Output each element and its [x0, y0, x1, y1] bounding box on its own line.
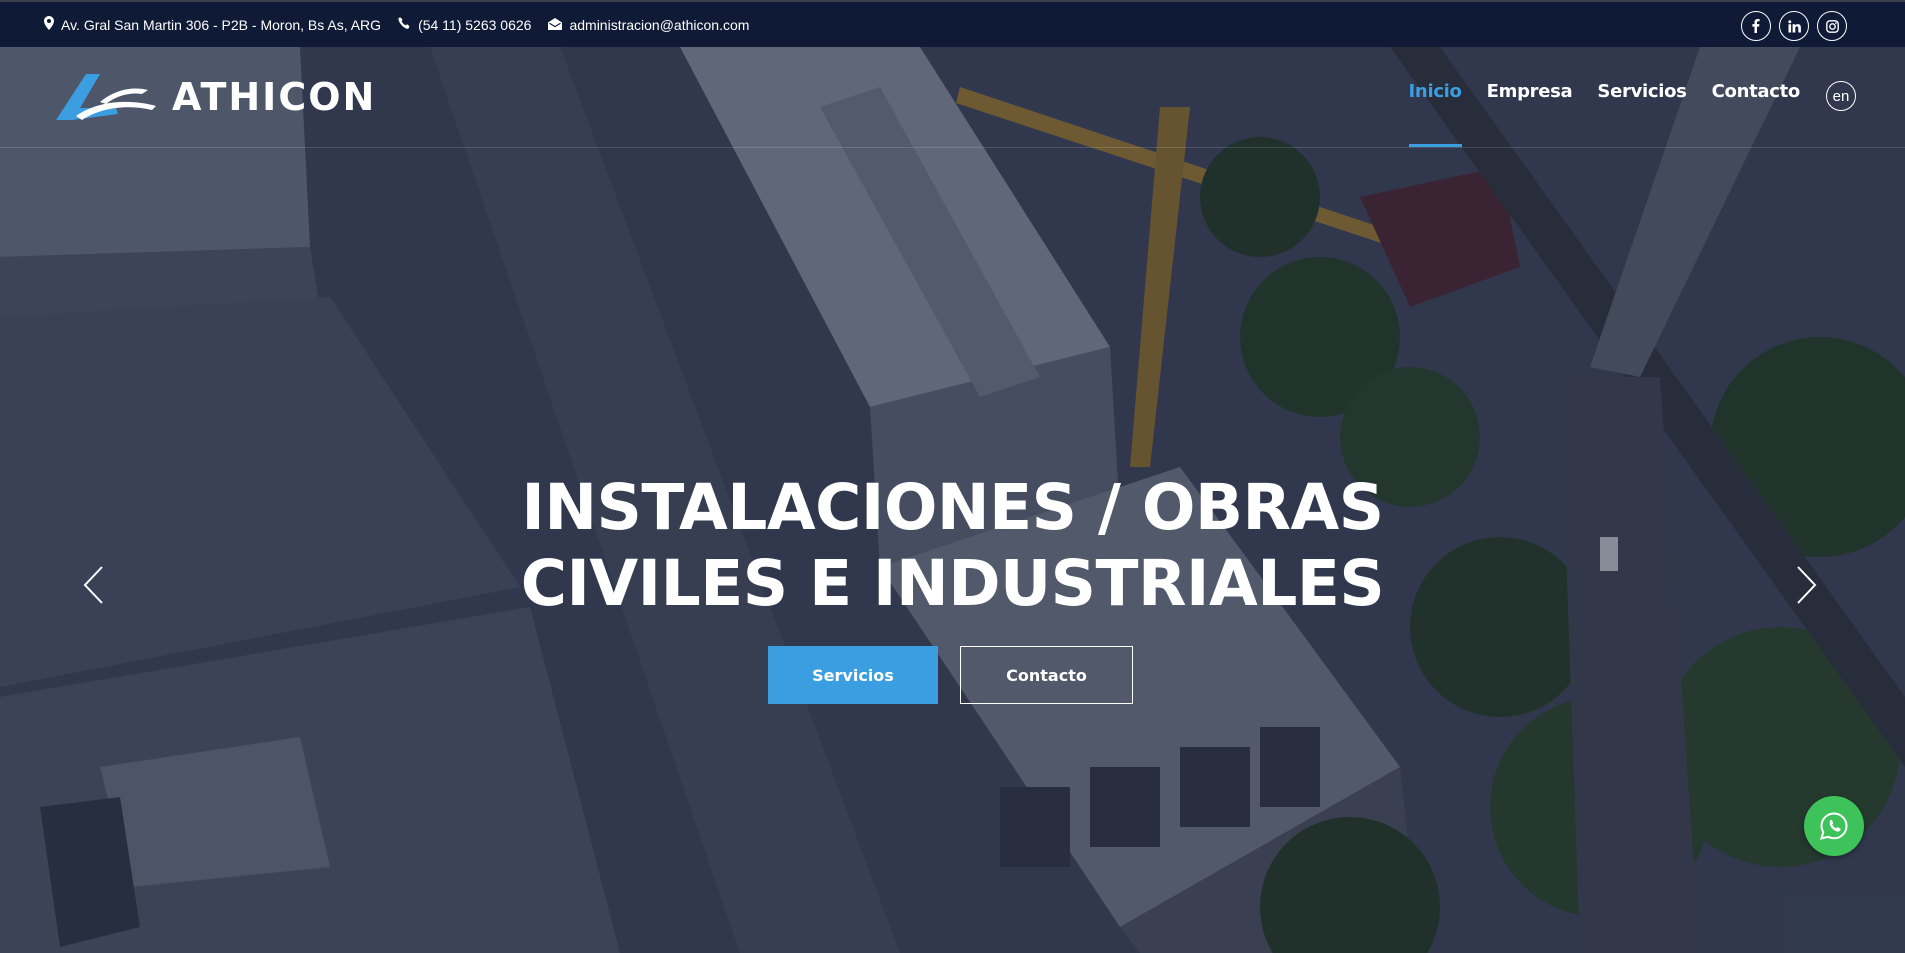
language-switch[interactable]: en: [1826, 81, 1856, 111]
nav-item-contacto[interactable]: Contacto: [1712, 81, 1801, 147]
services-button[interactable]: Servicios: [768, 646, 938, 704]
main-nav: Inicio Empresa Servicios Contacto: [1408, 81, 1801, 147]
nav-item-inicio[interactable]: Inicio: [1408, 81, 1462, 147]
email-text[interactable]: administracion@athicon.com: [569, 17, 749, 33]
address-text: Av. Gral San Martin 306 - P2B - Moron, B…: [61, 16, 382, 33]
logo-mark-icon: [56, 74, 156, 120]
slider-prev-arrow-icon[interactable]: [82, 565, 104, 610]
whatsapp-button[interactable]: [1804, 796, 1864, 856]
phone-info[interactable]: (54 11) 5263 0626: [398, 17, 531, 33]
facebook-icon[interactable]: [1741, 11, 1771, 41]
hero-title: INSTALACIONES / OBRAS CIVILES E INDUSTRI…: [0, 470, 1905, 622]
logo[interactable]: ATHICON: [56, 72, 376, 122]
hero-title-line-2: CIVILES E INDUSTRIALES: [520, 547, 1385, 620]
instagram-icon[interactable]: [1817, 11, 1847, 41]
top-contact-bar: Av. Gral San Martin 306 - P2B - Moron, B…: [0, 0, 1905, 47]
logo-text: ATHICON: [172, 75, 377, 119]
hero-title-line-1: INSTALACIONES / OBRAS: [521, 471, 1384, 544]
contact-button[interactable]: Contacto: [960, 646, 1133, 704]
phone-icon: [398, 17, 418, 33]
nav-item-empresa[interactable]: Empresa: [1487, 81, 1573, 147]
header-divider: [0, 147, 1905, 148]
phone-text[interactable]: (54 11) 5263 0626: [418, 17, 531, 33]
slider-next-arrow-icon[interactable]: [1796, 565, 1818, 610]
nav-item-servicios[interactable]: Servicios: [1597, 81, 1686, 147]
address-info: Av. Gral San Martin 306 - P2B - Moron, B…: [44, 16, 381, 33]
whatsapp-icon: [1820, 812, 1848, 840]
social-links: [1741, 11, 1847, 41]
envelope-icon: [548, 17, 569, 33]
location-pin-icon: [44, 16, 61, 33]
email-info[interactable]: administracion@athicon.com: [548, 17, 749, 33]
linkedin-icon[interactable]: [1779, 11, 1809, 41]
